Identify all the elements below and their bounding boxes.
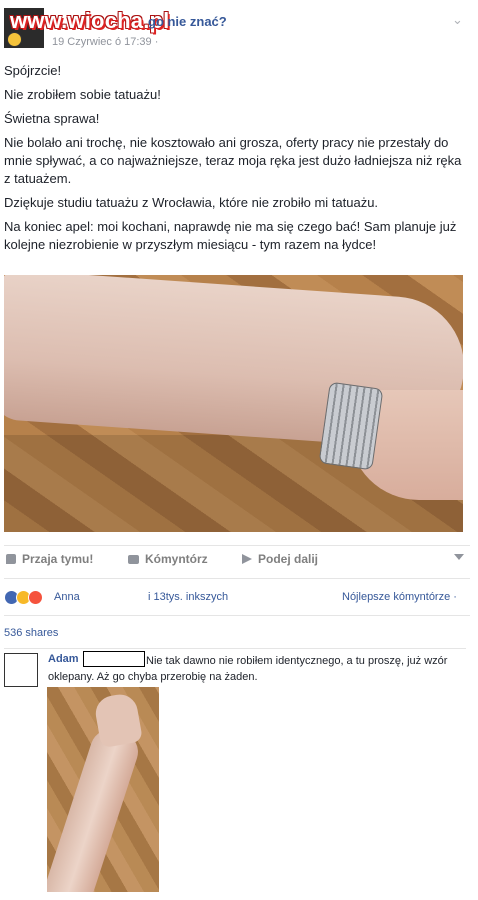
post-body: Spójrzcie! Nie zrobiłem sobie tatuażu! Ś… bbox=[4, 62, 470, 260]
reaction-others-count[interactable]: i 13tys. inkszych bbox=[148, 591, 228, 603]
smiley-icon bbox=[7, 32, 22, 47]
post-photo[interactable] bbox=[4, 275, 463, 532]
comment-icon bbox=[128, 554, 139, 564]
dropdown-triangle-icon[interactable] bbox=[454, 554, 464, 560]
hand-image bbox=[92, 691, 144, 749]
post-timestamp[interactable]: 19 Czyrwiec ó 17:39 · bbox=[52, 36, 158, 48]
site-watermark: www.wiocha.pl bbox=[10, 8, 170, 33]
commenter-name[interactable]: Adam bbox=[48, 653, 79, 665]
love-reaction-icon bbox=[28, 590, 43, 605]
post-paragraph: Spójrzcie! bbox=[4, 63, 62, 78]
comment-item: Nie tak dawno nie robiłem identycznego, … bbox=[4, 648, 466, 899]
share-label: Podej dalij bbox=[258, 552, 319, 566]
like-label: Przaja tymu! bbox=[22, 552, 94, 566]
commenter-avatar[interactable] bbox=[4, 653, 38, 687]
wristwatch-image bbox=[318, 381, 384, 471]
shares-count[interactable]: 536 shares bbox=[4, 627, 58, 639]
comment-sort-dropdown[interactable]: Nójlepsze kómyntórze · bbox=[342, 591, 457, 603]
comment-button[interactable]: Kómyntórz bbox=[128, 552, 208, 566]
post-paragraph: Dziękuje studiu tatuażu z Wrocławia, któ… bbox=[4, 195, 379, 210]
reactions-bar: Anna i 13tys. inkszych Nójlepsze kómyntó… bbox=[4, 578, 470, 616]
share-button[interactable]: Podej dalij bbox=[242, 552, 318, 566]
post-actions-bar: Przaja tymu! Kómyntórz Podej dalij bbox=[4, 545, 470, 574]
like-button[interactable]: Przaja tymu! bbox=[6, 552, 93, 566]
reaction-icons[interactable] bbox=[4, 590, 43, 605]
comment-photo[interactable] bbox=[47, 687, 159, 892]
thumbs-up-icon bbox=[6, 554, 16, 564]
arm-image bbox=[47, 724, 144, 892]
post-paragraph: Nie bolało ani trochę, nie kosztowało an… bbox=[4, 135, 462, 186]
reaction-names[interactable]: Anna bbox=[54, 591, 80, 603]
chevron-down-icon[interactable]: ⌄ bbox=[452, 12, 463, 28]
post-paragraph: Nie zrobiłem sobie tatuażu! bbox=[4, 87, 161, 102]
post-paragraph: Świetna sprawa! bbox=[4, 111, 100, 126]
comment-label: Kómyntórz bbox=[145, 552, 208, 566]
share-arrow-icon bbox=[242, 554, 252, 564]
post-author-name[interactable]: go nie znać? bbox=[148, 14, 227, 29]
redacted-surname-box bbox=[83, 651, 145, 667]
post-paragraph: Na koniec apel: moi kochani, naprawdę ni… bbox=[4, 219, 457, 252]
